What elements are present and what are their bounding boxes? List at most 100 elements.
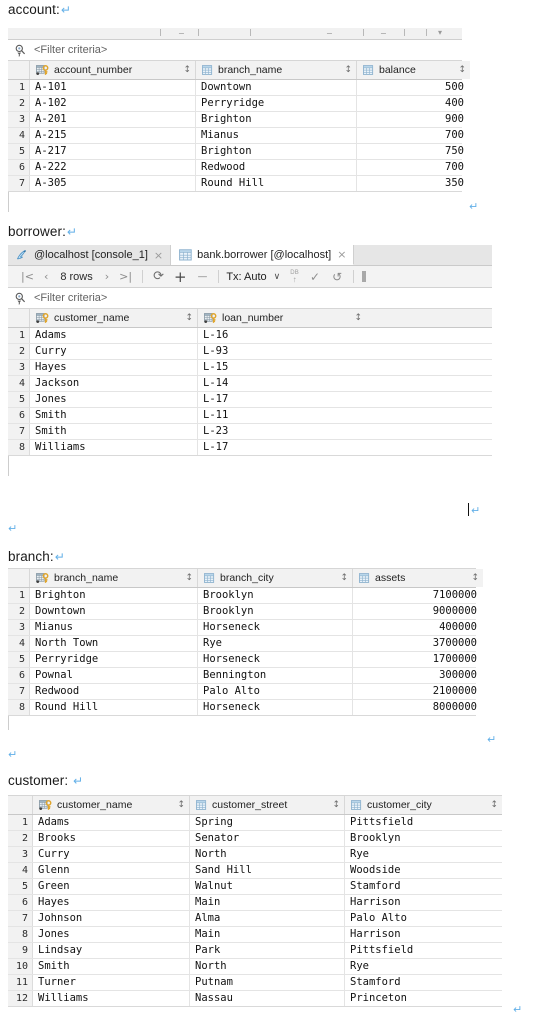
- column-header-branch-name[interactable]: branch_name ↕: [196, 61, 357, 79]
- cell-branch-name[interactable]: Mianus: [196, 128, 357, 143]
- cell-customer-street[interactable]: Park: [190, 943, 345, 958]
- sort-toggle-icon[interactable]: ↕: [181, 573, 193, 583]
- table-row[interactable]: 6 A-222 Redwood 700: [8, 160, 464, 176]
- account-toolbar-clipped[interactable]: − − − ▾: [8, 28, 462, 40]
- cell-branch-city[interactable]: Bennington: [198, 668, 353, 683]
- cell-balance[interactable]: 500: [357, 80, 470, 95]
- cell-branch-name[interactable]: Round Hill: [196, 176, 357, 191]
- table-row[interactable]: 8 Jones Main Harrison: [8, 927, 502, 943]
- sort-toggle-icon[interactable]: ↕: [340, 65, 352, 75]
- cell-customer-name[interactable]: Williams: [30, 440, 198, 455]
- cell-customer-name[interactable]: Smith: [33, 959, 190, 974]
- refresh-icon[interactable]: ⟳: [148, 269, 169, 284]
- cell-customer-city[interactable]: Harrison: [345, 895, 502, 910]
- prev-page-button[interactable]: ‹: [39, 270, 53, 284]
- cell-assets[interactable]: 1700000: [353, 652, 483, 667]
- cell-customer-street[interactable]: Alma: [190, 911, 345, 926]
- column-header-customer-name[interactable]: customer_name ↕: [30, 309, 198, 327]
- table-row[interactable]: 2 Downtown Brooklyn 9000000: [8, 604, 477, 620]
- cell-balance[interactable]: 700: [357, 160, 470, 175]
- cell-customer-street[interactable]: Nassau: [190, 991, 345, 1006]
- cell-customer-name[interactable]: Smith: [30, 408, 198, 423]
- cell-branch-city[interactable]: Horseneck: [198, 700, 353, 715]
- cell-customer-city[interactable]: Rye: [345, 847, 502, 862]
- table-row[interactable]: 7 Johnson Alma Palo Alto: [8, 911, 502, 927]
- cell-assets[interactable]: 9000000: [353, 604, 483, 619]
- table-row[interactable]: 8 Round Hill Horseneck 8000000: [8, 700, 477, 716]
- table-row[interactable]: 8 Williams L-17: [8, 440, 492, 456]
- table-row[interactable]: 3 A-201 Brighton 900: [8, 112, 464, 128]
- cell-balance[interactable]: 350: [357, 176, 470, 191]
- cell-branch-name[interactable]: Mianus: [30, 620, 198, 635]
- cell-customer-street[interactable]: Main: [190, 895, 345, 910]
- sort-toggle-icon[interactable]: ↕: [173, 800, 185, 810]
- cell-account-number[interactable]: A-305: [30, 176, 196, 191]
- cell-customer-city[interactable]: Palo Alto: [345, 911, 502, 926]
- table-row[interactable]: 7 A-305 Round Hill 350: [8, 176, 464, 192]
- cell-branch-name[interactable]: Downtown: [30, 604, 198, 619]
- cell-account-number[interactable]: A-215: [30, 128, 196, 143]
- table-row[interactable]: 9 Lindsay Park Pittsfield: [8, 943, 502, 959]
- column-header-assets[interactable]: assets ↕: [353, 569, 483, 587]
- cell-assets[interactable]: 8000000: [353, 700, 483, 715]
- cell-assets[interactable]: 7100000: [353, 588, 483, 603]
- column-header-balance[interactable]: balance ↕: [357, 61, 470, 79]
- sort-toggle-icon[interactable]: ↕: [350, 313, 362, 323]
- cell-customer-street[interactable]: North: [190, 847, 345, 862]
- column-header-loan-number[interactable]: loan_number ↕: [198, 309, 366, 327]
- cell-customer-street[interactable]: Walnut: [190, 879, 345, 894]
- cell-customer-street[interactable]: North: [190, 959, 345, 974]
- cell-customer-city[interactable]: Harrison: [345, 927, 502, 942]
- cell-account-number[interactable]: A-102: [30, 96, 196, 111]
- cell-loan-number[interactable]: L-17: [198, 392, 366, 407]
- close-icon[interactable]: ×: [337, 249, 346, 260]
- table-row[interactable]: 5 Perryridge Horseneck 1700000: [8, 652, 477, 668]
- sort-toggle-icon[interactable]: ↕: [454, 65, 466, 75]
- sort-toggle-icon[interactable]: ↕: [179, 65, 191, 75]
- cell-customer-name[interactable]: Curry: [33, 847, 190, 862]
- cell-branch-name[interactable]: Brighton: [196, 112, 357, 127]
- cell-branch-city[interactable]: Horseneck: [198, 652, 353, 667]
- column-header-account-number[interactable]: account_number ↕: [30, 61, 196, 79]
- cell-branch-city[interactable]: Rye: [198, 636, 353, 651]
- cell-customer-city[interactable]: Rye: [345, 959, 502, 974]
- table-row[interactable]: 6 Pownal Bennington 300000: [8, 668, 477, 684]
- chevron-down-icon[interactable]: ∨: [269, 270, 286, 284]
- cell-balance[interactable]: 750: [357, 144, 470, 159]
- table-row[interactable]: 5 A-217 Brighton 750: [8, 144, 464, 160]
- table-row[interactable]: 2 Brooks Senator Brooklyn: [8, 831, 502, 847]
- cell-customer-name[interactable]: Brooks: [33, 831, 190, 846]
- cell-branch-name[interactable]: Round Hill: [30, 700, 198, 715]
- cell-loan-number[interactable]: L-23: [198, 424, 366, 439]
- table-row[interactable]: 3 Mianus Horseneck 400000: [8, 620, 477, 636]
- table-row[interactable]: 4 North Town Rye 3700000: [8, 636, 477, 652]
- remove-row-button[interactable]: −: [192, 270, 214, 284]
- table-row[interactable]: 10 Smith North Rye: [8, 959, 502, 975]
- cell-customer-city[interactable]: Brooklyn: [345, 831, 502, 846]
- cell-customer-name[interactable]: Lindsay: [33, 943, 190, 958]
- table-row[interactable]: 6 Smith L-11: [8, 408, 492, 424]
- cell-customer-street[interactable]: Putnam: [190, 975, 345, 990]
- cell-assets[interactable]: 2100000: [353, 684, 483, 699]
- cell-branch-name[interactable]: Redwood: [30, 684, 198, 699]
- table-row[interactable]: 3 Curry North Rye: [8, 847, 502, 863]
- table-row[interactable]: 4 Jackson L-14: [8, 376, 492, 392]
- cell-customer-street[interactable]: Sand Hill: [190, 863, 345, 878]
- cell-branch-name[interactable]: Perryridge: [196, 96, 357, 111]
- table-row[interactable]: 2 A-102 Perryridge 400: [8, 96, 464, 112]
- cell-balance[interactable]: 700: [357, 128, 470, 143]
- cell-assets[interactable]: 3700000: [353, 636, 483, 651]
- next-page-button[interactable]: ›: [100, 270, 114, 284]
- cell-loan-number[interactable]: L-14: [198, 376, 366, 391]
- table-row[interactable]: 3 Hayes L-15: [8, 360, 492, 376]
- cell-customer-city[interactable]: Pittsfield: [345, 815, 502, 830]
- cell-customer-name[interactable]: Hayes: [30, 360, 198, 375]
- cell-branch-city[interactable]: Brooklyn: [198, 588, 353, 603]
- close-icon[interactable]: ×: [154, 250, 163, 261]
- cell-customer-name[interactable]: Curry: [30, 344, 198, 359]
- cell-branch-city[interactable]: Horseneck: [198, 620, 353, 635]
- toolbar-overflow-indicator[interactable]: [362, 271, 367, 282]
- cell-customer-name[interactable]: Jones: [33, 927, 190, 942]
- cell-customer-city[interactable]: Stamford: [345, 879, 502, 894]
- cell-customer-name[interactable]: Jones: [30, 392, 198, 407]
